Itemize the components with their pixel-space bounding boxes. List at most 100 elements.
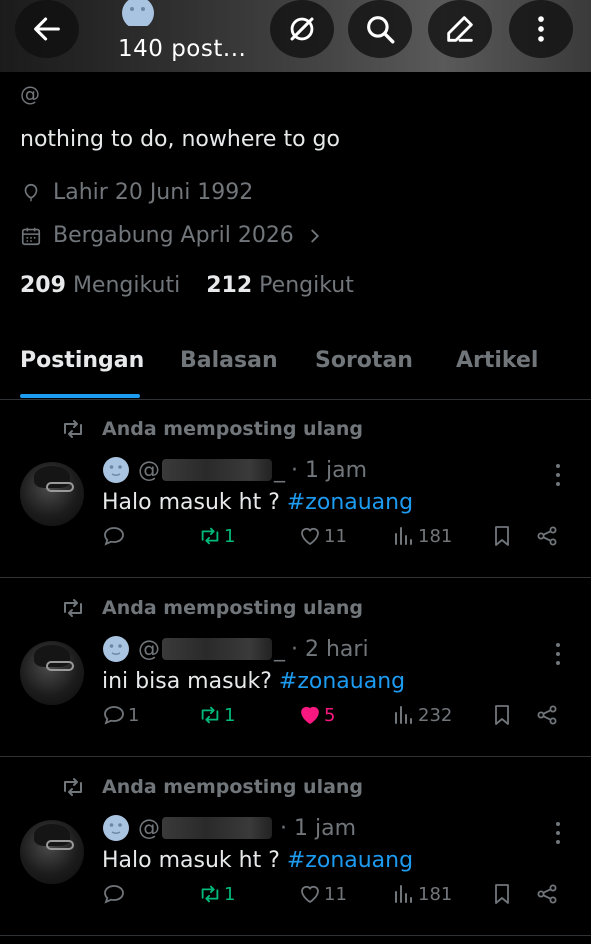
share-button[interactable] (535, 524, 561, 548)
redacted-handle (162, 459, 272, 481)
like-button[interactable]: 5 (298, 703, 335, 727)
tab-postingan[interactable]: Postingan (20, 348, 144, 373)
hashtag-link[interactable]: #zonauang (287, 848, 413, 873)
share-button[interactable] (535, 882, 561, 906)
edit-profile-button[interactable] (428, 0, 492, 58)
reply-button[interactable] (102, 524, 128, 548)
followers-label: Pengikut (259, 273, 354, 298)
reply-count: 1 (128, 704, 140, 726)
back-button[interactable] (15, 0, 79, 58)
views-button[interactable]: 181 (392, 882, 452, 906)
post-time: · 1 jam (280, 815, 357, 841)
reply-icon (104, 706, 124, 725)
redacted-handle (162, 638, 272, 660)
bookmark-icon (495, 884, 509, 904)
reply-button[interactable] (102, 882, 128, 906)
repost-indicator: Anda memposting ulang (60, 418, 363, 440)
avatar[interactable] (20, 820, 84, 884)
heart-icon (301, 527, 319, 546)
tab-balasan[interactable]: Balasan (180, 348, 278, 373)
post-item[interactable]: Anda memposting ulang @ _ · 1 jam Halo m… (0, 400, 591, 578)
author-handle[interactable]: @ (138, 816, 160, 841)
redacted-handle (162, 817, 272, 839)
post-more-icon[interactable] (550, 462, 566, 488)
repost-label: Anda memposting ulang (102, 418, 364, 440)
calendar-icon (21, 227, 41, 245)
repost-icon (201, 885, 219, 903)
post-text: Halo masuk ht ? #zonauang (102, 848, 414, 873)
post-more-icon[interactable] (550, 820, 566, 846)
repost-button[interactable]: 1 (198, 703, 235, 727)
followers-link[interactable]: 212 Pengikut (206, 273, 354, 298)
repost-button[interactable]: 1 (198, 524, 235, 548)
following-link[interactable]: 209 Mengikuti (20, 273, 180, 298)
view-count: 181 (418, 883, 453, 905)
like-button[interactable]: 11 (298, 524, 347, 548)
heart-icon (301, 885, 319, 904)
view-count: 232 (418, 704, 453, 726)
more-button[interactable] (509, 0, 573, 58)
post-text: ini bisa masuk? #zonauang (102, 669, 406, 694)
profile-tabs: Postingan Balasan Sorotan Artikel (0, 340, 591, 400)
repost-count: 1 (224, 883, 236, 905)
active-tab-indicator (20, 394, 140, 398)
chevron-right-icon (311, 229, 319, 242)
post-actions: 1 1 5 232 (0, 703, 591, 739)
repost-indicator: Anda memposting ulang (60, 776, 363, 798)
moon-face-emoji-icon (103, 636, 129, 662)
bookmark-button[interactable] (490, 882, 516, 906)
share-icon (537, 884, 557, 904)
joined-row[interactable]: Bergabung April 2026 (20, 223, 326, 248)
post-time: · 2 hari (291, 636, 369, 662)
follow-stats: 209 Mengikuti 212 Pengikut (20, 273, 380, 298)
bookmark-button[interactable] (490, 703, 516, 727)
compose-icon (447, 16, 473, 42)
bookmark-button[interactable] (490, 524, 516, 548)
post-time: · 1 jam (291, 457, 368, 483)
followers-count: 212 (206, 273, 253, 298)
views-chart-icon (395, 885, 412, 903)
profile-handle: @ (20, 82, 40, 106)
share-button[interactable] (535, 703, 561, 727)
repost-icon (64, 599, 82, 617)
avatar[interactable] (20, 462, 84, 526)
like-count: 11 (324, 883, 347, 905)
post-text: Halo masuk ht ? #zonauang (102, 490, 414, 515)
tab-sorotan[interactable]: Sorotan (315, 348, 413, 373)
like-button[interactable]: 11 (298, 882, 347, 906)
post-more-icon[interactable] (550, 641, 566, 667)
share-icon (537, 526, 557, 546)
heart-icon (301, 706, 319, 725)
views-button[interactable]: 181 (392, 524, 452, 548)
views-chart-icon (395, 527, 412, 545)
repost-count: 1 (224, 704, 236, 726)
reply-button[interactable]: 1 (102, 703, 139, 727)
search-button[interactable] (348, 0, 412, 58)
hashtag-link[interactable]: #zonauang (287, 490, 413, 515)
avatar[interactable] (20, 641, 84, 705)
post-item[interactable]: Anda memposting ulang @ · 1 jam Halo mas… (0, 758, 591, 936)
post-item[interactable]: Anda memposting ulang @ _ · 2 hari ini b… (0, 579, 591, 757)
profile-bio: nothing to do, nowhere to go (20, 127, 340, 152)
tab-artikel[interactable]: Artikel (456, 348, 538, 373)
grok-button[interactable] (270, 0, 334, 58)
moon-face-emoji-icon (103, 815, 129, 841)
author-handle-end: _ (274, 457, 285, 483)
views-button[interactable]: 232 (392, 703, 452, 727)
views-chart-icon (395, 706, 412, 724)
grok-icon (290, 17, 314, 41)
post-actions: 1 11 181 (0, 882, 591, 918)
repost-count: 1 (224, 525, 236, 547)
author-handle[interactable]: @ (138, 458, 160, 483)
repost-icon (201, 706, 219, 724)
reply-icon (104, 527, 124, 546)
author-handle-end: _ (274, 636, 285, 662)
repost-button[interactable]: 1 (198, 882, 235, 906)
search-icon (367, 16, 395, 44)
post-actions: 1 11 181 (0, 524, 591, 560)
like-count: 11 (324, 525, 347, 547)
author-handle[interactable]: @ (138, 637, 160, 662)
joined-text: Bergabung April 2026 (53, 223, 294, 248)
view-count: 181 (418, 525, 453, 547)
hashtag-link[interactable]: #zonauang (279, 669, 405, 694)
